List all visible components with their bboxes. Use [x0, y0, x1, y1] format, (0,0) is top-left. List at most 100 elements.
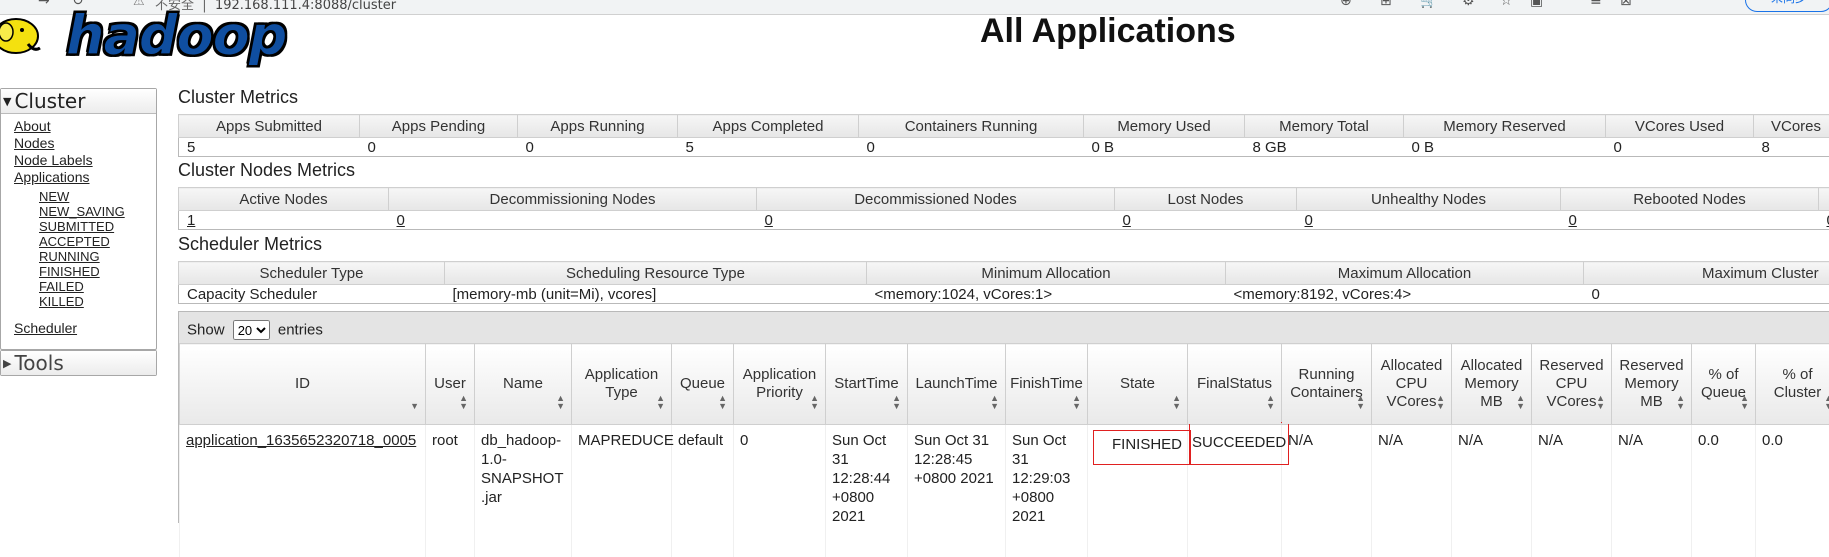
header-active-nodes: Active Nodes — [179, 188, 389, 211]
cell-name: db_hadoop-1.0-SNAPSHOT.jar — [475, 425, 572, 557]
col-header-state[interactable]: State▲▼ — [1088, 344, 1188, 425]
rebooted-nodes-link[interactable]: 0 — [1569, 212, 1577, 229]
collections-icon[interactable]: ▣ — [1530, 0, 1543, 9]
lost-nodes-link[interactable]: 0 — [1123, 212, 1131, 229]
cluster-nav-label: Cluster — [14, 89, 85, 113]
header-rebooted-nodes: Rebooted Nodes — [1561, 188, 1819, 211]
cell-start-time: Sun Oct 31 12:28:44 +0800 2021 — [826, 425, 908, 557]
col-header-id[interactable]: ID▼ — [180, 344, 426, 425]
value-memory-reserved: 0 B — [1404, 138, 1606, 157]
col-header-application-type[interactable]: Application Type▲▼ — [572, 344, 672, 425]
cell-launch-time: Sun Oct 31 12:28:45 +0800 2021 — [908, 425, 1006, 557]
unhealthy-nodes-link[interactable]: 0 — [1305, 212, 1313, 229]
favorites-icon[interactable]: ☆ — [1500, 0, 1513, 9]
sort-icon: ▲▼ — [556, 394, 565, 410]
col-header-launch-time[interactable]: LaunchTime▲▼ — [908, 344, 1006, 425]
value-apps-submitted: 5 — [179, 138, 360, 157]
nav-state-running[interactable]: RUNNING — [39, 249, 100, 264]
nav-applications-link[interactable]: Applications — [14, 169, 90, 185]
col-header-user[interactable]: User▲▼ — [426, 344, 475, 425]
sort-icon: ▲▼ — [810, 394, 819, 410]
value-minimum-allocation: <memory:1024, vCores:1> — [867, 285, 1226, 304]
bookmarks-icon[interactable]: ≡ — [1590, 0, 1602, 9]
expand-triangle-icon: ▶ — [3, 357, 11, 370]
application-id-link[interactable]: application_1635652320718_0005 — [186, 432, 416, 449]
sync-button[interactable]: 未同步 — [1745, 0, 1829, 12]
header-memory-used: Memory Used — [1084, 115, 1245, 138]
cell-reserved-cpu-vcores: N/A — [1532, 425, 1612, 557]
nav-about-link[interactable]: About — [14, 118, 51, 134]
col-header-reserved-cpu-vcores[interactable]: Reserved CPU VCores▲▼ — [1532, 344, 1612, 425]
cell-pct-of-queue: 0.0 — [1692, 425, 1756, 557]
header-apps-completed: Apps Completed — [678, 115, 859, 138]
cluster-metrics-table: Apps Submitted Apps Pending Apps Running… — [178, 114, 1829, 157]
sort-icon: ▲▼ — [1266, 394, 1275, 410]
nav-state-failed[interactable]: FAILED — [39, 279, 84, 294]
col-header-allocated-cpu-vcores[interactable]: Allocated CPU VCores▲▼ — [1372, 344, 1452, 425]
zoom-icon[interactable]: ⊞ — [1380, 0, 1392, 9]
cell-allocated-memory-mb: N/A — [1452, 425, 1532, 557]
col-header-running-containers[interactable]: Running Containers▲▼ — [1282, 344, 1372, 425]
nav-scheduler-link[interactable]: Scheduler — [14, 320, 77, 336]
col-header-reserved-memory-mb[interactable]: Reserved Memory MB▲▼ — [1612, 344, 1692, 425]
col-header-final-status[interactable]: FinalStatus▲▼ — [1188, 344, 1282, 425]
nav-nodes-link[interactable]: Nodes — [14, 135, 54, 151]
col-header-allocated-memory-mb[interactable]: Allocated Memory MB▲▼ — [1452, 344, 1532, 425]
page-title: All Applications — [980, 12, 1236, 51]
scheduler-metrics-table: Scheduler Type Scheduling Resource Type … — [178, 261, 1829, 304]
cluster-metrics-header-row: Apps Submitted Apps Pending Apps Running… — [179, 115, 1829, 138]
value-memory-total: 8 GB — [1245, 138, 1404, 157]
sort-icon: ▲▼ — [1356, 394, 1365, 410]
nav-state-accepted[interactable]: ACCEPTED — [39, 234, 110, 249]
applications-header-row: ID▼ User▲▼ Name▲▼ Application Type▲▼ Que… — [180, 344, 1829, 425]
entries-label: entries — [278, 322, 323, 339]
extensions-icon[interactable]: ⊠ — [1620, 0, 1632, 9]
page-length-select[interactable]: 20 — [233, 320, 270, 340]
header-scheduler-type: Scheduler Type — [179, 262, 445, 285]
col-header-pct-of-queue[interactable]: % of Queue▲▼ — [1692, 344, 1756, 425]
decommissioned-nodes-link[interactable]: 0 — [765, 212, 773, 229]
col-header-name[interactable]: Name▲▼ — [475, 344, 572, 425]
header-maximum-cluster: Maximum Cluster — [1584, 262, 1829, 285]
header-containers-running: Containers Running — [859, 115, 1084, 138]
decommissioning-nodes-link[interactable]: 0 — [397, 212, 405, 229]
header-nodes-extra — [1819, 188, 1829, 211]
header-minimum-allocation: Minimum Allocation — [867, 262, 1226, 285]
col-header-pct-of-cluster[interactable]: % of Cluster▲▼ — [1756, 344, 1829, 425]
header-maximum-allocation: Maximum Allocation — [1226, 262, 1584, 285]
cell-application-type: MAPREDUCE — [572, 425, 672, 557]
nav-node-labels-link[interactable]: Node Labels — [14, 152, 93, 168]
header-vcores-total: VCores — [1754, 115, 1829, 138]
settings-icon[interactable]: ⚙ — [1462, 0, 1475, 9]
cell-priority: 0 — [734, 425, 826, 557]
cluster-nav-header[interactable]: ▼Cluster — [1, 89, 156, 114]
nav-state-killed[interactable]: KILLED — [39, 294, 84, 309]
cell-allocated-cpu-vcores: N/A — [1372, 425, 1452, 557]
header-memory-reserved: Memory Reserved — [1404, 115, 1606, 138]
value-maximum-cluster: 0 — [1584, 285, 1829, 304]
active-nodes-link[interactable]: 1 — [187, 212, 195, 229]
sort-icon: ▲▼ — [1676, 394, 1685, 410]
cart-icon[interactable]: 🛒 — [1420, 0, 1437, 9]
nav-state-finished[interactable]: FINISHED — [39, 264, 100, 279]
scheduler-metrics-title: Scheduler Metrics — [178, 234, 322, 255]
hadoop-logo[interactable]: hadoop — [0, 8, 290, 68]
sort-icon: ▲▼ — [892, 394, 901, 410]
value-scheduling-resource-type: [memory-mb (unit=Mi), vcores] — [445, 285, 867, 304]
col-header-queue[interactable]: Queue▲▼ — [672, 344, 734, 425]
final-status-badge: SUCCEEDED — [1190, 423, 1288, 464]
col-header-finish-time[interactable]: FinishTime▲▼ — [1006, 344, 1088, 425]
scheduler-metrics-value-row: Capacity Scheduler [memory-mb (unit=Mi),… — [179, 285, 1829, 304]
sort-icon: ▲▼ — [459, 394, 468, 410]
tools-nav-panel[interactable]: ▶Tools — [0, 350, 157, 376]
nav-state-new-saving[interactable]: NEW_SAVING — [39, 204, 125, 219]
value-vcores-total: 8 — [1754, 138, 1829, 157]
sort-icon: ▲▼ — [1596, 394, 1605, 410]
translate-icon[interactable]: ⊕ — [1340, 0, 1352, 9]
nav-state-submitted[interactable]: SUBMITTED — [39, 219, 114, 234]
header-decommissioning-nodes: Decommissioning Nodes — [389, 188, 757, 211]
tools-nav-header[interactable]: ▶Tools — [1, 351, 156, 375]
nav-state-new[interactable]: NEW — [39, 189, 69, 204]
col-header-start-time[interactable]: StartTime▲▼ — [826, 344, 908, 425]
col-header-application-priority[interactable]: Application Priority▲▼ — [734, 344, 826, 425]
